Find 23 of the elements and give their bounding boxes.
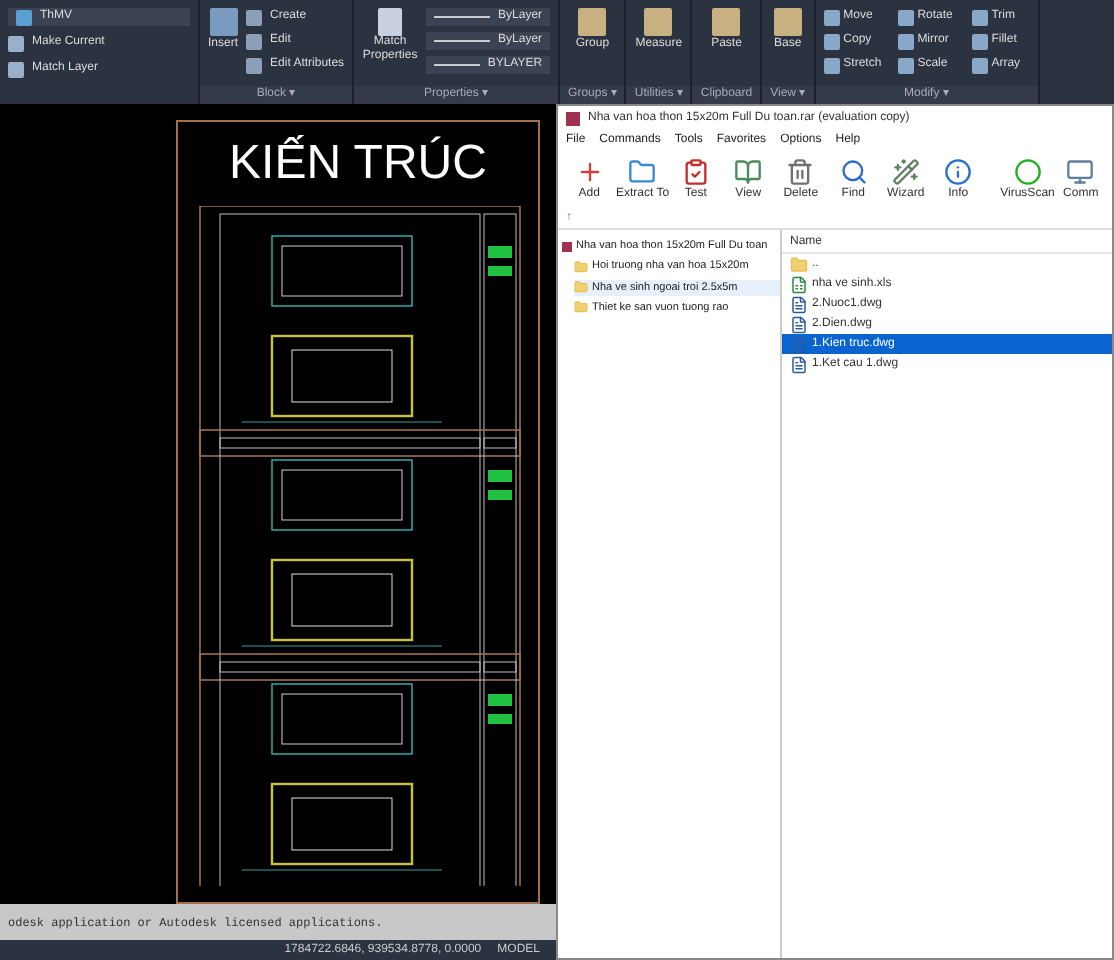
search-icon xyxy=(839,157,868,185)
book-icon xyxy=(734,157,763,185)
folder-icon xyxy=(574,280,588,295)
circle-icon xyxy=(1013,157,1042,185)
trash-icon xyxy=(786,157,815,185)
info-icon xyxy=(944,157,973,185)
layer-color-icon[interactable] xyxy=(16,9,32,25)
spreadsheet-icon xyxy=(790,275,808,293)
add-icon xyxy=(575,157,604,185)
drawing-file-icon xyxy=(790,335,808,353)
archive-icon xyxy=(562,241,572,252)
clipboard-check-icon xyxy=(681,157,710,185)
folder-icon xyxy=(574,259,588,274)
drawing-file-icon xyxy=(790,355,808,373)
drawing-title: KIẾN TRÚC xyxy=(229,134,487,194)
wand-icon xyxy=(891,157,920,185)
drawing-file-icon xyxy=(790,315,808,333)
monitor-icon xyxy=(1066,157,1095,185)
folder-icon xyxy=(628,157,657,185)
folder-icon xyxy=(790,255,808,273)
archive-icon xyxy=(566,111,580,125)
drawing-file-icon xyxy=(790,295,808,313)
folder-icon xyxy=(574,300,588,315)
